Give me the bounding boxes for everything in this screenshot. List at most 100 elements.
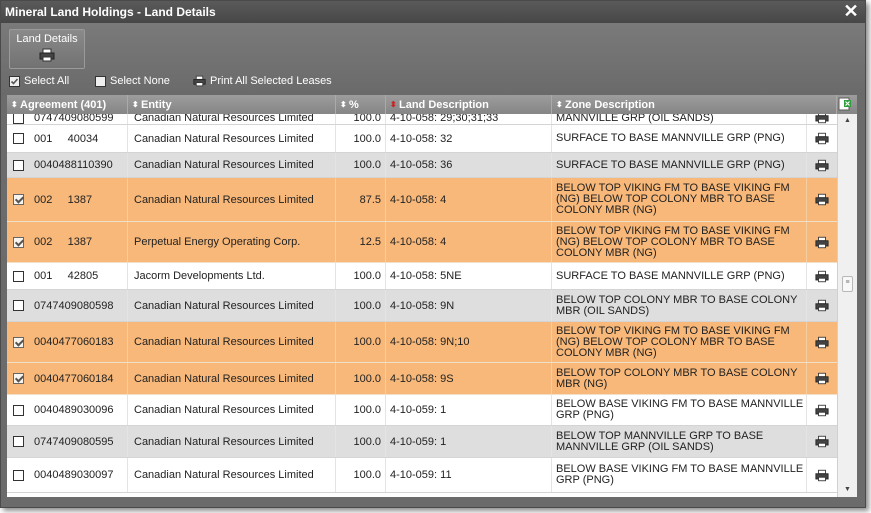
table-row[interactable]: 0040489030097 Canadian Natural Resources … [7,458,837,493]
vertical-scrollbar[interactable]: ▲ ≡ ▼ [837,114,857,497]
column-header-zone-description[interactable]: ⬍ Zone Description [552,95,837,114]
table-row[interactable]: 002 1387 Perpetual Energy Operating Corp.… [7,222,837,263]
row-checkbox[interactable] [13,133,24,144]
cell-land-description: 4-10-058: 9S [386,363,552,394]
close-icon[interactable]: ✕ [843,2,859,20]
cell-zone-description: BELOW TOP VIKING FM TO BASE VIKING FM (N… [552,222,807,262]
print-lease-button[interactable] [807,114,837,124]
zone-description-text: BELOW TOP COLONY MBR TO BASE COLONY MBR … [556,293,798,317]
table-row[interactable]: 002 1387 Canadian Natural Resources Limit… [7,178,837,222]
column-header-percent[interactable]: ⬍% [336,95,386,114]
row-checkbox[interactable] [13,159,24,171]
land-details-button-label: Land Details [16,33,78,45]
cell-percent: 100.0 [336,153,386,177]
row-checkbox[interactable] [13,336,24,348]
cell-entity: Canadian Natural Resources Limited [128,322,336,362]
cell-percent: 87.5 [336,178,386,221]
table-row[interactable]: 0040489030096 Canadian Natural Resources … [7,395,837,426]
row-checkbox[interactable] [13,373,24,384]
scroll-down-icon[interactable]: ▼ [838,483,857,497]
row-checkbox[interactable] [13,236,24,248]
cell-entity: Canadian Natural Resources Limited [128,114,336,124]
scroll-up-icon[interactable]: ▲ [838,114,857,128]
cell-land-description: 4-10-058: 32 [386,125,552,152]
row-checkbox[interactable] [13,270,24,282]
column-header-entity-label: Entity [141,99,172,111]
printer-icon [815,132,829,145]
print-all-selected-link[interactable]: Print All Selected Leases [193,74,332,88]
land-details-button[interactable]: Land Details [9,29,85,69]
table-row[interactable]: 001 42805 Jacorm Developments Ltd. 100.0 4-… [7,263,837,290]
printer-icon [815,236,829,249]
print-lease-button[interactable] [807,426,837,457]
print-lease-button[interactable] [807,153,837,177]
cell-zone-description: BELOW TOP COLONY MBR TO BASE COLONY MBR … [552,363,807,394]
print-lease-button[interactable] [807,322,837,362]
row-checkbox[interactable] [13,436,24,447]
cell-agreement: 002 1387 [7,222,128,262]
zone-description-text: BELOW TOP MANNVILLE GRP TO BASE MANNVILL… [556,429,764,453]
table-row[interactable]: 0040477060183 Canadian Natural Resources … [7,322,837,363]
column-header-land-description[interactable]: ⬍ Land Description [386,95,552,114]
print-lease-button[interactable] [807,363,837,394]
print-lease-button[interactable] [807,178,837,221]
row-checkbox[interactable] [13,194,24,205]
cell-land-description: 4-10-059: 1 [386,426,552,457]
cell-agreement: 001 42805 [7,263,128,289]
cell-entity: Canadian Natural Resources Limited [128,178,336,221]
column-header-agreement[interactable]: ⬍ Agreement (401) [7,95,128,114]
table-row[interactable]: 0747409080595 Canadian Natural Resources … [7,426,837,458]
print-lease-button[interactable] [807,458,837,492]
zone-description-text: BELOW BASE VIKING FM TO BASE MANNVILLE G… [556,398,804,421]
table-row[interactable]: 0040488110390 Canadian Natural Resources … [7,153,837,178]
row-checkbox[interactable] [13,300,24,311]
table-row[interactable]: 0747409080598 Canadian Natural Resources … [7,290,837,322]
print-lease-button[interactable] [807,395,837,425]
cell-entity: Canadian Natural Resources Limited [128,125,336,152]
sort-icon: ⬍ [11,100,18,109]
sort-icon: ⬍ [340,100,347,109]
cell-percent: 100.0 [336,114,386,124]
cell-agreement: 0747409080599 [7,114,128,124]
cell-zone-description: BELOW BASE VIKING FM TO BASE MANNVILLE G… [552,458,807,492]
cell-agreement: 0040477060183 [7,322,128,362]
cell-entity: Canadian Natural Resources Limited [128,363,336,394]
table-row[interactable]: 0747409080599 Canadian Natural Resources … [7,114,837,125]
cell-percent: 100.0 [336,263,386,289]
sort-active-icon: ⬍ [390,100,397,109]
zone-description-text: BELOW BASE VIKING FM TO BASE MANNVILLE G… [556,463,804,486]
column-header-agreement-label: Agreement (401) [20,99,107,111]
printer-icon [815,270,829,283]
agreement-number: 002 1387 [34,193,93,206]
row-checkbox[interactable] [13,404,24,416]
printer-icon [815,469,829,482]
cell-agreement: 0747409080595 [7,426,128,457]
row-checkbox[interactable] [13,114,24,124]
grid-header: ⬍ Agreement (401) ⬍ Entity ⬍% ⬍ Land Descri… [7,95,857,114]
print-lease-button[interactable] [807,263,837,289]
table-row[interactable]: 0040477060184 Canadian Natural Resources … [7,363,837,395]
print-lease-button[interactable] [807,290,837,321]
select-all-link[interactable]: Select All [9,74,69,88]
cell-zone-description: SURFACE TO BASE MANNVILLE GRP (PNG) [552,263,807,289]
scrollbar-thumb[interactable]: ≡ [842,276,853,292]
cell-entity: Canadian Natural Resources Limited [128,290,336,321]
cell-agreement: 0040489030096 [7,395,128,425]
cell-land-description: 4-10-058: 4 [386,178,552,221]
printer-icon [815,404,829,417]
print-lease-button[interactable] [807,125,837,152]
row-checkbox[interactable] [13,469,24,481]
select-none-link[interactable]: Select None [95,74,170,88]
cell-percent: 100.0 [336,395,386,425]
export-excel-icon[interactable] [838,97,852,111]
column-header-zone-description-label: Zone Description [565,99,655,111]
agreement-number: 002 1387 [34,236,93,248]
print-lease-button[interactable] [807,222,837,262]
cell-entity: Perpetual Energy Operating Corp. [128,222,336,262]
cell-zone-description: MANNVILLE GRP (OIL SANDS) [552,114,807,124]
column-header-entity[interactable]: ⬍ Entity [128,95,336,114]
table-row[interactable]: 001 40034 Canadian Natural Resources Limi… [7,125,837,153]
cell-zone-description: BELOW TOP MANNVILLE GRP TO BASE MANNVILL… [552,426,807,457]
zone-description-text: MANNVILLE GRP (OIL SANDS) [556,114,714,124]
checkbox-checked-icon [9,75,20,87]
